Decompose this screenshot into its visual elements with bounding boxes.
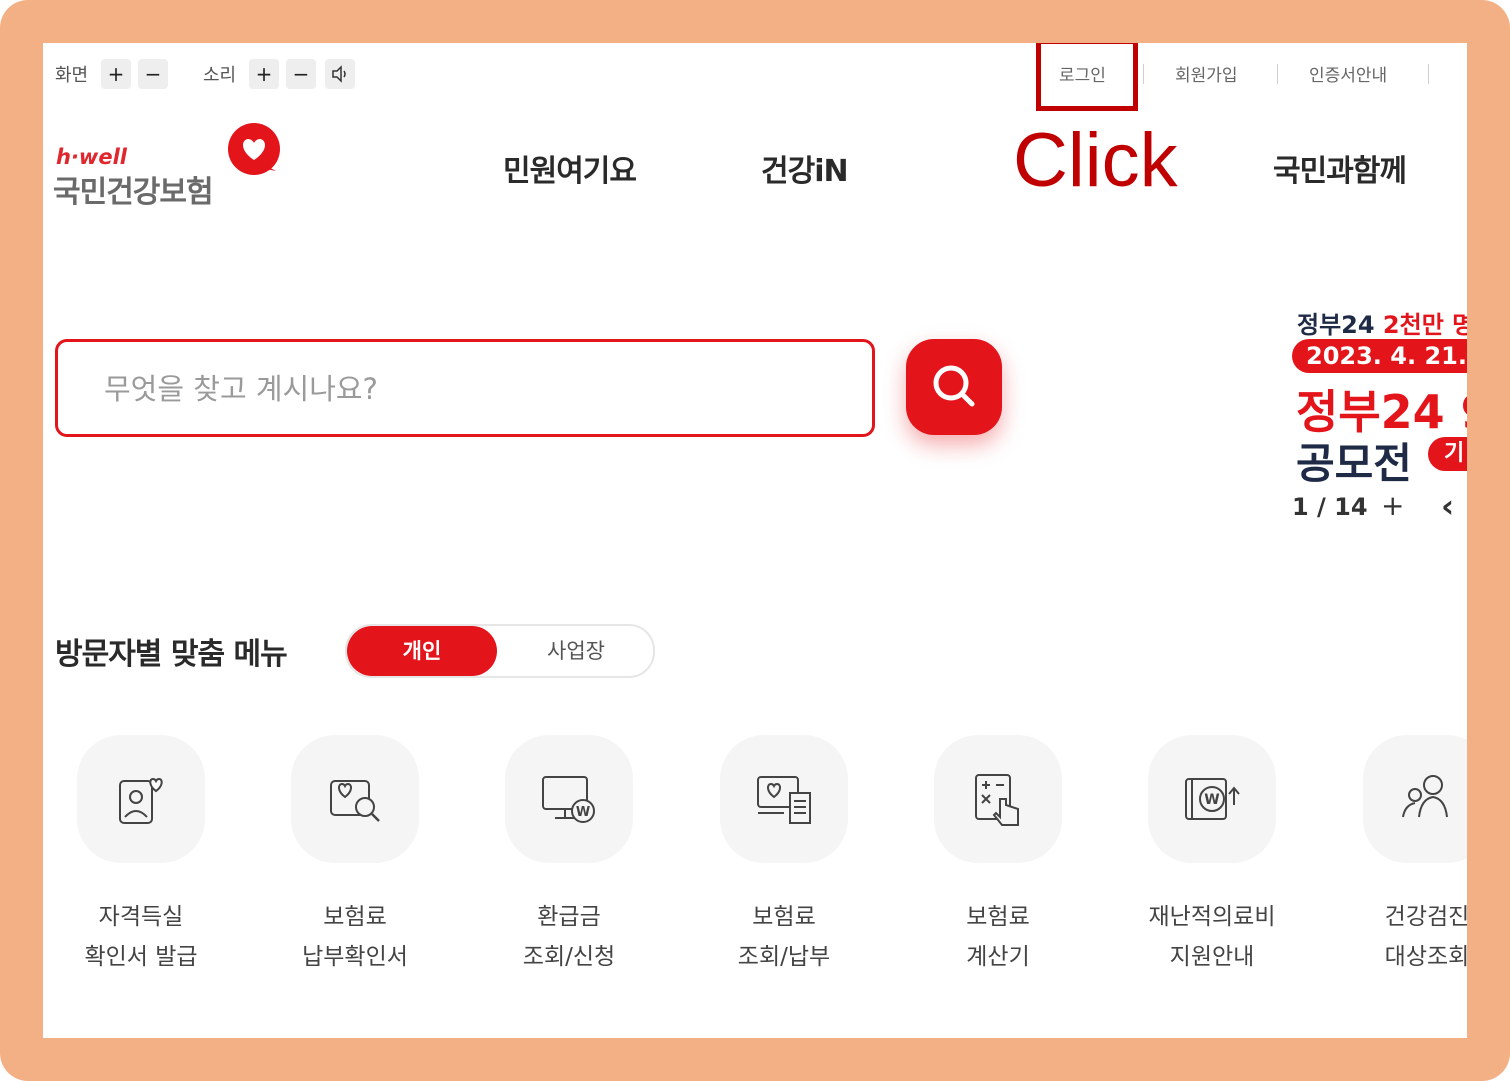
quick-menu-label-line1: 건강검진 xyxy=(1384,904,1467,930)
quick-menu-icon-wrap xyxy=(1363,735,1467,863)
speaker-button[interactable] xyxy=(325,59,355,89)
screen-zoom-out-button[interactable]: − xyxy=(138,59,168,89)
tab-business[interactable]: 사업장 xyxy=(499,626,653,676)
banner-counter: 1 / 14 xyxy=(1292,493,1368,521)
banner-prev-button[interactable]: ‹ xyxy=(1441,487,1454,525)
visitor-type-toggle: 개인 사업장 xyxy=(345,624,655,678)
quick-menu-label: 재난적의료비 지원안내 xyxy=(1112,897,1312,977)
page: 화면 + − 소리 + − 로그인 회원가입 인증서안내 h·well 국민건강… xyxy=(43,43,1467,1038)
quick-menu-label-line2: 납부확인서 xyxy=(302,944,408,970)
quick-menu-icon-wrap xyxy=(77,735,205,863)
banner-headline-a: 정부24 xyxy=(1297,311,1375,339)
calculator-hand-icon xyxy=(975,774,1019,826)
quick-menu-label-line2: 확인서 발급 xyxy=(84,944,198,970)
banner-date: 2023. 4. 21.(금 xyxy=(1292,339,1467,373)
screen-size-label: 화면 xyxy=(55,65,89,86)
quick-menu-label-line1: 환급금 xyxy=(537,904,601,930)
quick-menu-label: 자격득실 확인서 발급 xyxy=(43,897,241,977)
card-search-icon xyxy=(330,780,380,822)
svg-text:W: W xyxy=(1204,792,1219,808)
logo-title: 국민건강보험 xyxy=(53,175,214,210)
quick-menu-label-line1: 보험료 xyxy=(752,904,816,930)
quick-menu-label: 보험료 납부확인서 xyxy=(255,897,455,977)
quick-menu-label-line1: 재난적의료비 xyxy=(1148,904,1276,930)
signup-link[interactable]: 회원가입 xyxy=(1175,61,1238,86)
monitor-won-icon: W xyxy=(542,776,595,823)
quick-menu-label-line1: 보험료 xyxy=(323,904,387,930)
banner-headline-b: 2천만 명 xyxy=(1382,311,1467,339)
divider xyxy=(1143,64,1144,84)
quick-menu-label-line1: 자격득실 xyxy=(98,904,184,930)
logo-subtitle: h·well xyxy=(56,145,127,169)
banner-subtitle[interactable]: 공모전 xyxy=(1296,430,1412,491)
banner-tag: 기 xyxy=(1428,437,1467,471)
banner-more-button[interactable]: + xyxy=(1381,489,1404,522)
quick-menu-label: 환급금 조회/신청 xyxy=(469,897,669,977)
nav-civil-service[interactable]: 민원여기요 xyxy=(503,146,637,190)
login-highlight-box xyxy=(1036,43,1138,111)
quick-menu-label-line1: 보험료 xyxy=(966,904,1030,930)
quick-menu-icon-wrap xyxy=(291,735,419,863)
quick-menu-label: 보험료 계산기 xyxy=(898,897,1098,977)
click-annotation: Click xyxy=(1013,118,1178,203)
quick-menu-icon-wrap: W xyxy=(505,735,633,863)
visitor-menu-title: 방문자별 맞춤 메뉴 xyxy=(55,637,288,672)
search-box xyxy=(55,339,875,437)
nav-with-citizens[interactable]: 국민과함께 xyxy=(1273,146,1407,190)
sound-up-button[interactable]: + xyxy=(249,59,279,89)
search-input[interactable] xyxy=(102,342,866,436)
svg-text:W: W xyxy=(576,805,590,820)
sound-down-button[interactable]: − xyxy=(286,59,316,89)
people-icon xyxy=(1402,775,1448,818)
certificate-guide-link[interactable]: 인증서안내 xyxy=(1309,61,1387,86)
divider xyxy=(1428,64,1429,84)
tab-personal[interactable]: 개인 xyxy=(347,626,497,676)
won-up-icon: W xyxy=(1185,778,1240,820)
quick-menu-label-line2: 조회/납부 xyxy=(737,944,831,970)
search-button[interactable] xyxy=(906,339,1002,435)
heart-logo-icon xyxy=(228,123,280,175)
quick-menu-icon-wrap xyxy=(720,735,848,863)
quick-menu-label: 건강검진 대상조회 xyxy=(1327,897,1467,977)
quick-menu-label-line2: 계산기 xyxy=(966,944,1030,970)
banner-headline: 정부24 2천만 명 xyxy=(1297,305,1467,340)
monitor-receipt-icon xyxy=(757,776,811,824)
nav-health-in[interactable]: 건강iN xyxy=(761,146,849,190)
quick-menu-label-line2: 지원안내 xyxy=(1169,944,1255,970)
sound-label: 소리 xyxy=(203,65,237,86)
screen-zoom-in-button[interactable]: + xyxy=(101,59,131,89)
quick-menu-label: 보험료 조회/납부 xyxy=(684,897,884,977)
quick-menu-label-line2: 대상조회 xyxy=(1384,944,1467,970)
person-card-heart-icon xyxy=(119,777,163,824)
quick-menu-icon-wrap: W xyxy=(1148,735,1276,863)
quick-menu-icon-wrap xyxy=(934,735,1062,863)
speaker-icon xyxy=(332,65,346,83)
search-icon xyxy=(933,365,975,407)
quick-menu-label-line2: 조회/신청 xyxy=(522,944,616,970)
divider xyxy=(1277,64,1278,84)
